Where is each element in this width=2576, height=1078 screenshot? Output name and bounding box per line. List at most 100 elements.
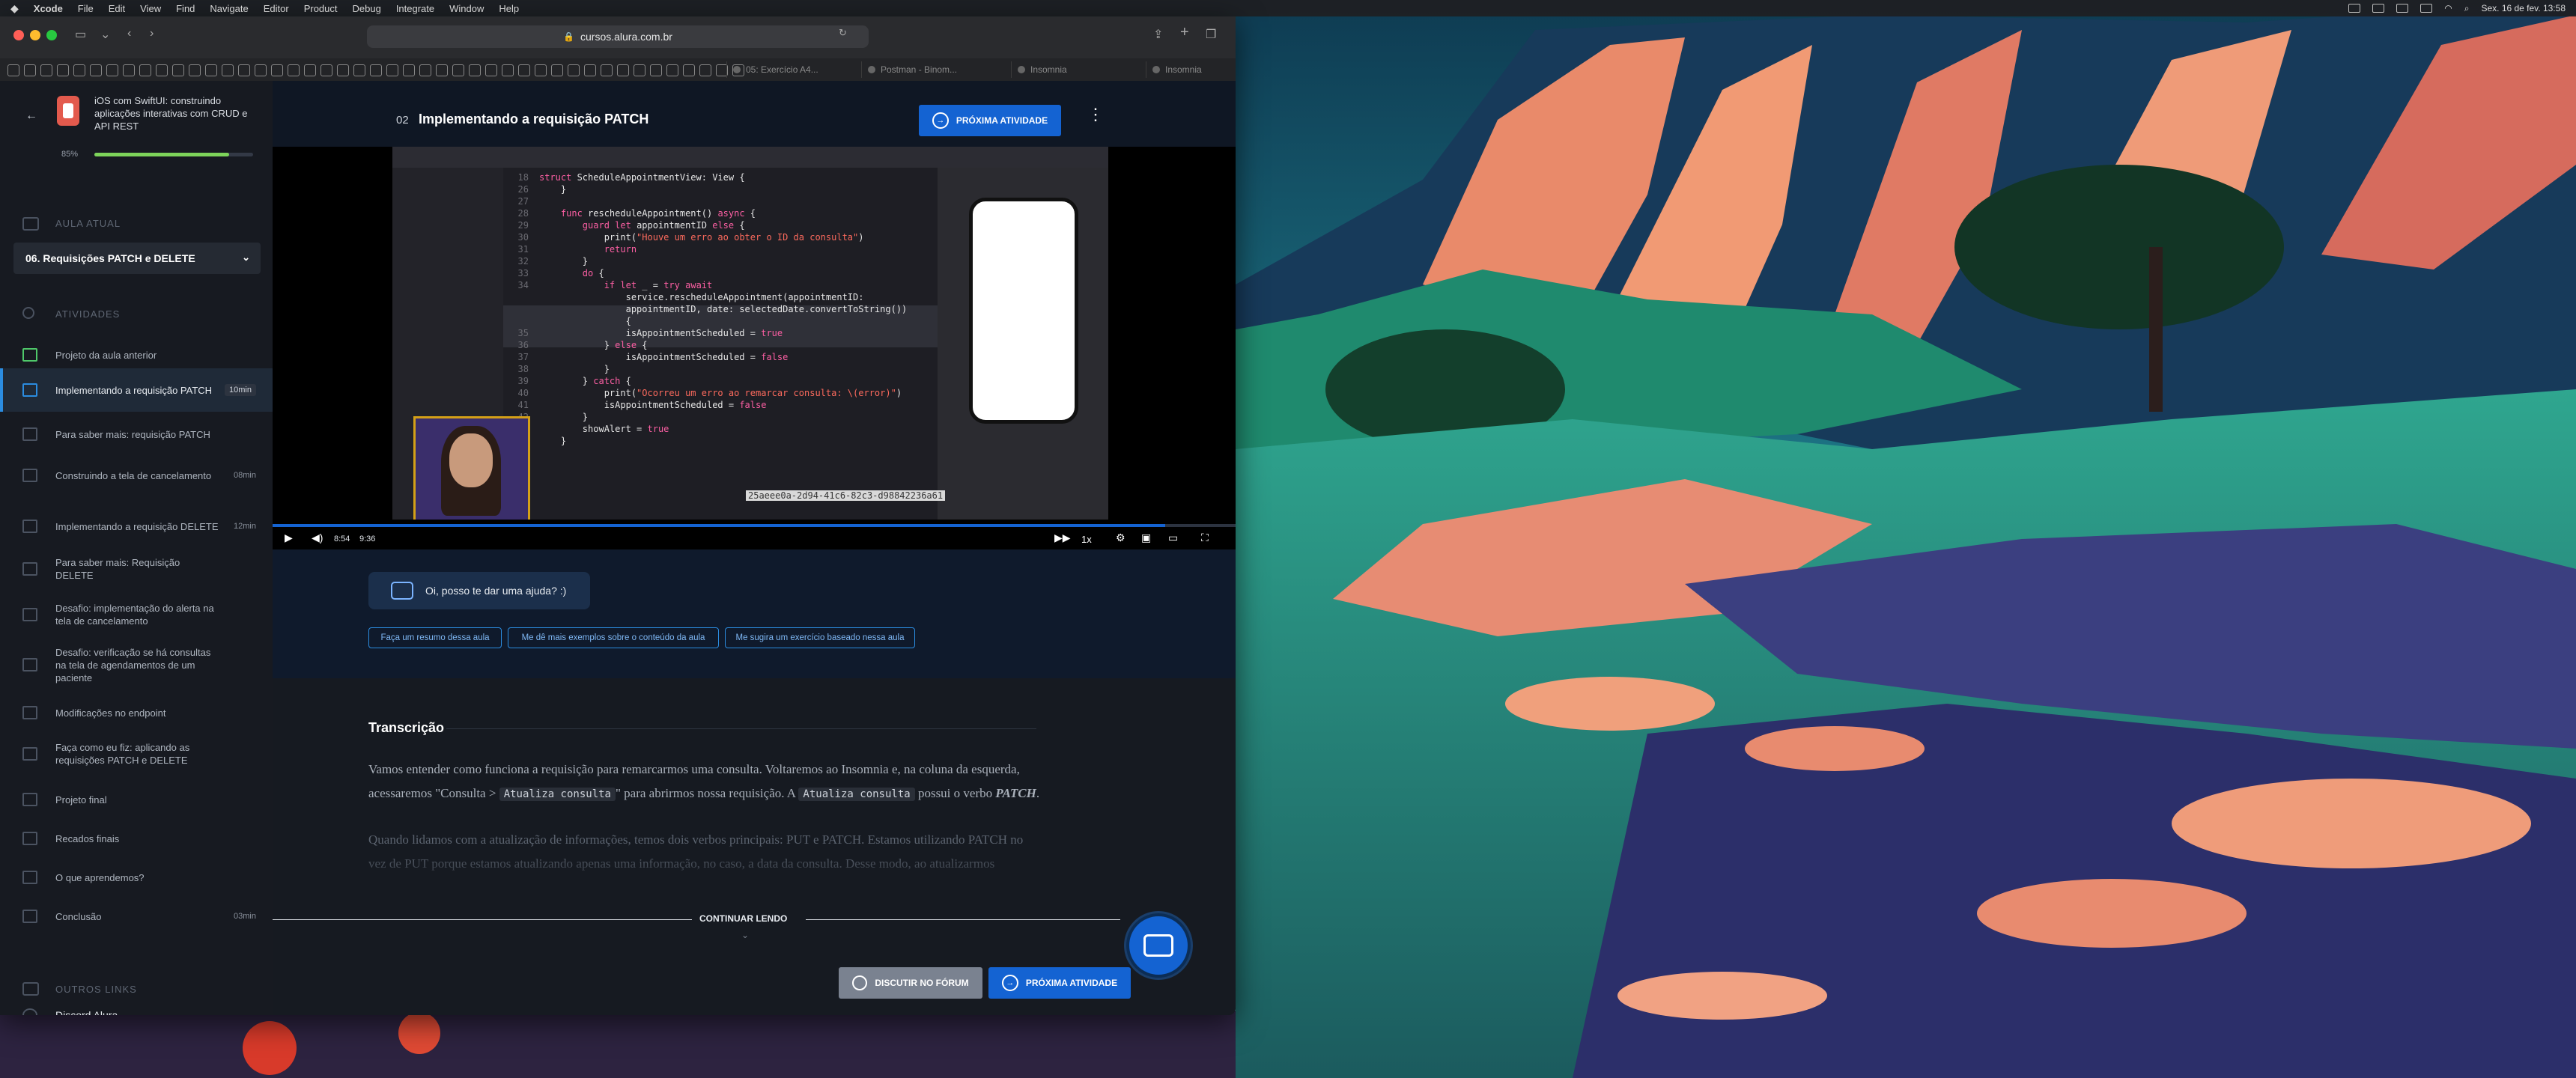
video-progress-bar[interactable] bbox=[273, 524, 1236, 527]
pinned-tab[interactable] bbox=[518, 64, 530, 76]
activity-item[interactable]: Desafio: implementação do alerta na tela… bbox=[0, 594, 273, 635]
browser-tab[interactable]: Insomnia bbox=[1146, 61, 1236, 78]
activity-item-active[interactable]: Implementando a requisição PATCH 10min bbox=[0, 368, 273, 412]
pinned-tab[interactable] bbox=[189, 64, 201, 76]
pinned-tab[interactable] bbox=[222, 64, 234, 76]
status-icon[interactable] bbox=[2396, 4, 2409, 13]
pinned-tab[interactable] bbox=[353, 64, 365, 76]
pinned-tab[interactable] bbox=[172, 64, 184, 76]
address-bar[interactable]: 🔒 cursos.alura.com.br bbox=[367, 25, 869, 48]
activity-item[interactable]: Para saber mais: requisição PATCH bbox=[0, 419, 273, 449]
pip-icon[interactable]: ▣ bbox=[1141, 532, 1151, 544]
zoom-window-button[interactable] bbox=[46, 30, 57, 40]
volume-icon[interactable]: ◀) bbox=[312, 532, 323, 544]
pinned-tab[interactable] bbox=[535, 64, 547, 76]
play-icon[interactable]: ▶ bbox=[285, 532, 293, 544]
pinned-tab[interactable] bbox=[255, 64, 267, 76]
pinned-tab[interactable] bbox=[123, 64, 135, 76]
theater-mode-icon[interactable]: ▭ bbox=[1168, 532, 1178, 544]
pinned-tab[interactable] bbox=[699, 64, 711, 76]
apple-menu-icon[interactable]: ◆ bbox=[10, 2, 19, 15]
continue-reading-button[interactable]: CONTINUAR LENDO bbox=[699, 913, 787, 924]
suggestion-chip[interactable]: Me sugira um exercício baseado nessa aul… bbox=[725, 627, 915, 648]
activity-item[interactable]: O que aprendemos? bbox=[0, 862, 273, 892]
menu-file[interactable]: File bbox=[78, 3, 94, 14]
pinned-tab[interactable] bbox=[502, 64, 514, 76]
status-icon[interactable] bbox=[2372, 4, 2385, 13]
skip-forward-icon[interactable]: ▶▶ bbox=[1054, 532, 1071, 544]
pinned-tab[interactable] bbox=[436, 64, 448, 76]
suggestion-chip[interactable]: Faça um resumo dessa aula bbox=[368, 627, 502, 648]
pinned-tab[interactable] bbox=[403, 64, 415, 76]
more-options-icon[interactable]: ⋮ bbox=[1087, 106, 1104, 123]
pinned-tab[interactable] bbox=[386, 64, 398, 76]
playback-speed[interactable]: 1x bbox=[1081, 534, 1092, 545]
browser-tab[interactable]: 05: Exercício A4... bbox=[726, 61, 854, 78]
sidebar-toggle-icon[interactable]: ▭ bbox=[75, 27, 86, 42]
pinned-tab[interactable] bbox=[238, 64, 250, 76]
menu-editor[interactable]: Editor bbox=[264, 3, 289, 14]
search-icon[interactable]: ⌕ bbox=[2464, 3, 2470, 14]
activity-item[interactable]: Construindo a tela de cancelamento 08min bbox=[0, 455, 273, 496]
close-window-button[interactable] bbox=[13, 30, 24, 40]
pinned-tab[interactable] bbox=[485, 64, 497, 76]
pinned-tab[interactable] bbox=[321, 64, 332, 76]
course-title[interactable]: iOS com SwiftUI: construindo aplicações … bbox=[94, 94, 252, 133]
pinned-tab[interactable] bbox=[24, 64, 36, 76]
browser-tab[interactable]: Postman - Binom... bbox=[861, 61, 988, 78]
pinned-tab[interactable] bbox=[139, 64, 151, 76]
chevron-down-icon[interactable]: ⌄ bbox=[100, 27, 110, 42]
pinned-tab[interactable] bbox=[551, 64, 563, 76]
share-icon[interactable]: ⇪ bbox=[1153, 27, 1163, 42]
status-icon[interactable] bbox=[2348, 4, 2361, 13]
pinned-tab[interactable] bbox=[304, 64, 316, 76]
forward-arrow-icon[interactable]: › bbox=[150, 27, 154, 40]
menu-integrate[interactable]: Integrate bbox=[396, 3, 434, 14]
activity-item[interactable]: Recados finais bbox=[0, 823, 273, 853]
activity-item[interactable]: Projeto final bbox=[0, 785, 273, 814]
pinned-tab[interactable] bbox=[271, 64, 283, 76]
activity-item[interactable]: Desafio: verificação se há consultas na … bbox=[0, 642, 273, 687]
activity-item[interactable]: Projeto da aula anterior bbox=[0, 340, 273, 370]
pinned-tab[interactable] bbox=[666, 64, 678, 76]
tab-overview-icon[interactable]: ❐ bbox=[1206, 27, 1216, 42]
menu-window[interactable]: Window bbox=[449, 3, 484, 14]
pinned-tab[interactable] bbox=[419, 64, 431, 76]
next-activity-button[interactable]: → PRÓXIMA ATIVIDADE bbox=[988, 967, 1131, 999]
pinned-tab[interactable] bbox=[205, 64, 217, 76]
pinned-tab[interactable] bbox=[288, 64, 300, 76]
menu-xcode[interactable]: Xcode bbox=[34, 3, 63, 14]
pinned-tab[interactable] bbox=[584, 64, 596, 76]
pinned-tab[interactable] bbox=[106, 64, 118, 76]
suggestion-chip[interactable]: Me dê mais exemplos sobre o conteúdo da … bbox=[508, 627, 719, 648]
menu-find[interactable]: Find bbox=[176, 3, 195, 14]
pinned-tab[interactable] bbox=[601, 64, 613, 76]
pinned-tab[interactable] bbox=[469, 64, 481, 76]
browser-tab[interactable]: Insomnia bbox=[1011, 61, 1138, 78]
pinned-tab[interactable] bbox=[683, 64, 695, 76]
wifi-icon[interactable]: ◠ bbox=[2444, 3, 2452, 13]
pinned-tab[interactable] bbox=[650, 64, 662, 76]
assistant-chat-button[interactable] bbox=[1126, 913, 1191, 978]
minimize-window-button[interactable] bbox=[30, 30, 40, 40]
reload-icon[interactable]: ↻ bbox=[839, 27, 847, 39]
menu-navigate[interactable]: Navigate bbox=[210, 3, 248, 14]
pinned-tab[interactable] bbox=[7, 64, 19, 76]
activity-item[interactable]: Para saber mais: Requisição DELETE bbox=[0, 554, 273, 584]
menu-edit[interactable]: Edit bbox=[109, 3, 125, 14]
menu-product[interactable]: Product bbox=[304, 3, 338, 14]
fullscreen-icon[interactable]: ⛶ bbox=[1201, 532, 1209, 544]
chevron-down-icon[interactable]: ⌄ bbox=[741, 930, 749, 940]
activity-item[interactable]: Implementando a requisição DELETE 12min bbox=[0, 506, 273, 546]
pinned-tab[interactable] bbox=[73, 64, 85, 76]
back-arrow-icon[interactable]: ‹ bbox=[127, 27, 131, 40]
pinned-tab[interactable] bbox=[452, 64, 464, 76]
pinned-tab[interactable] bbox=[337, 64, 349, 76]
video-player[interactable]: 18 struct ScheduleAppointmentView: View {… bbox=[273, 147, 1236, 549]
menu-help[interactable]: Help bbox=[499, 3, 519, 14]
next-activity-button[interactable]: → PRÓXIMA ATIVIDADE bbox=[919, 105, 1061, 136]
lesson-select[interactable]: 06. Requisições PATCH e DELETE ⌄ bbox=[13, 243, 261, 274]
discord-link[interactable]: Discord Alura bbox=[0, 1000, 273, 1015]
activity-item[interactable]: Faça como eu fiz: aplicando as requisiçõ… bbox=[0, 734, 273, 774]
menu-view[interactable]: View bbox=[140, 3, 161, 14]
